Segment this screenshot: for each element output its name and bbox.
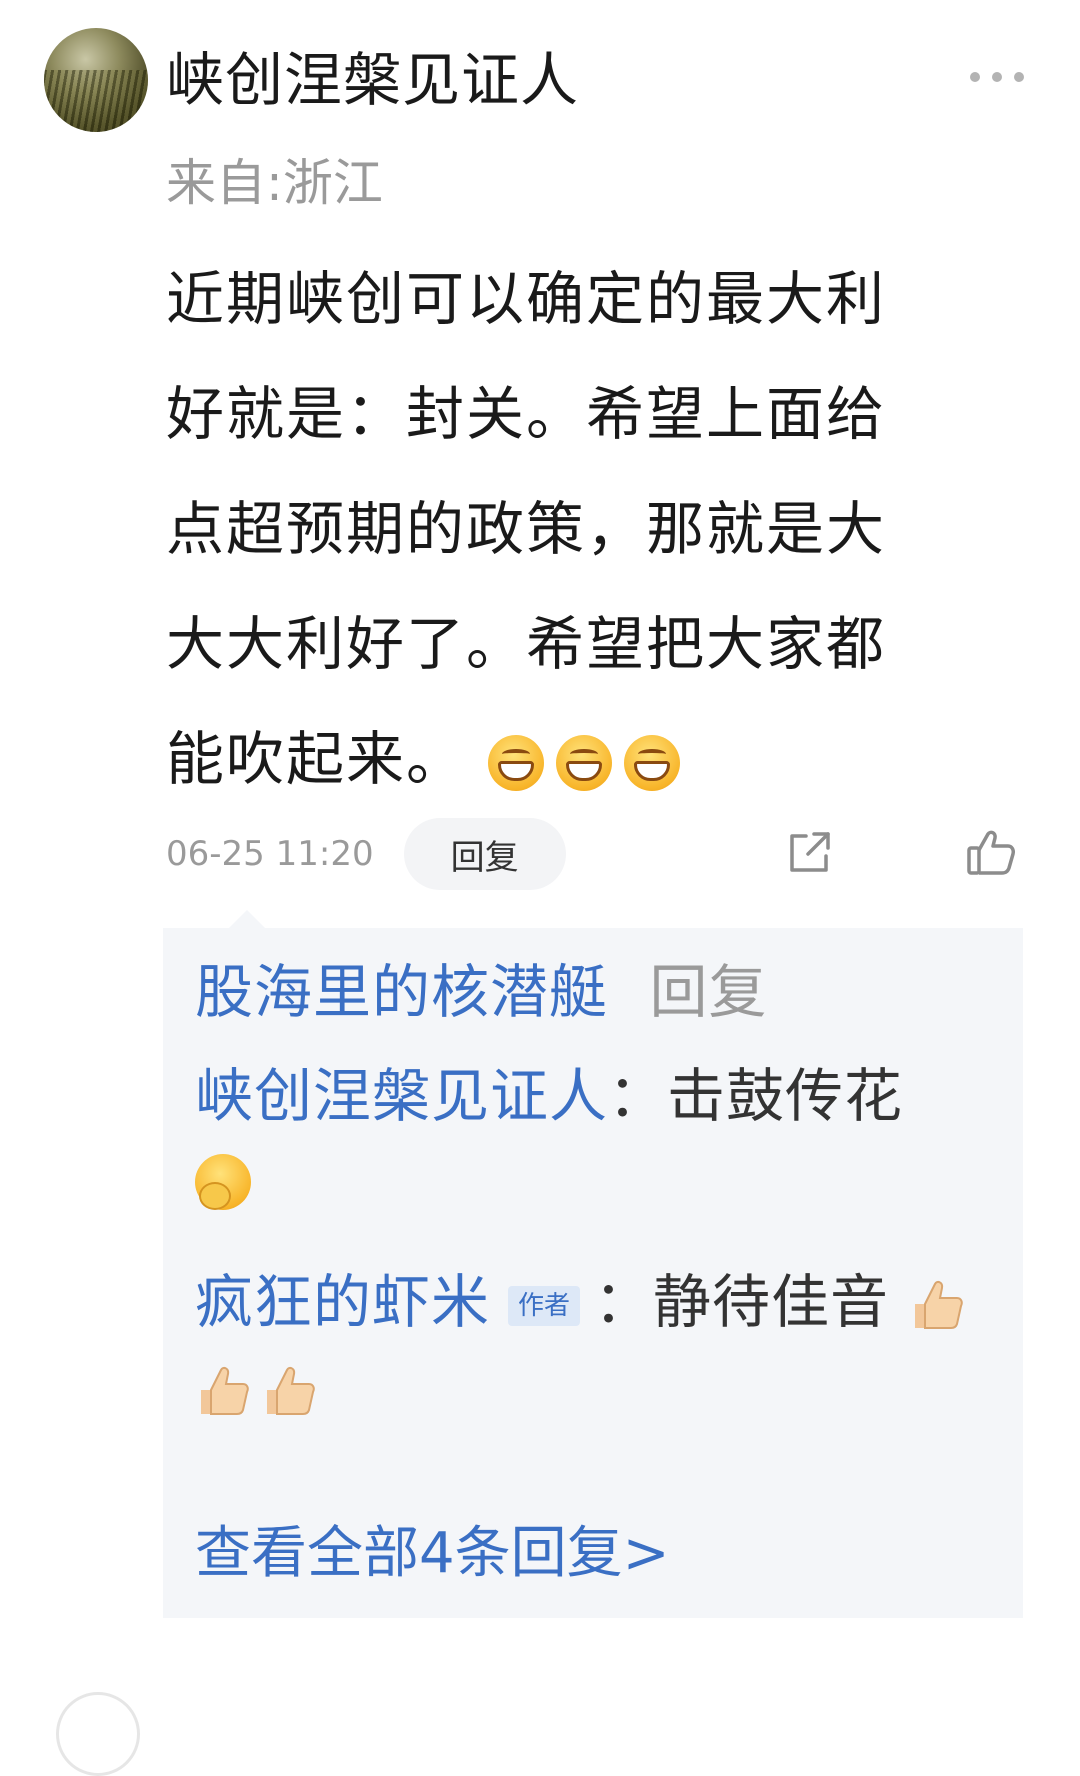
content-line-last: 能吹起来。: [166, 702, 986, 817]
thumbs-up-emoji: [267, 1366, 315, 1415]
reply-button[interactable]: 回复: [403, 818, 566, 890]
reply-text: 静待佳音: [653, 1268, 890, 1336]
more-icon[interactable]: [970, 70, 1024, 84]
content-line: 近期峡创可以确定的最大利: [166, 265, 887, 333]
reply-header-user[interactable]: 股海里的核潜艇: [195, 958, 608, 1026]
like-icon[interactable]: [966, 828, 1016, 876]
replies-panel: 股海里的核潜艇 回复 峡创涅槃见证人：击鼓传花 疯狂的虾米 作者 ：静待佳音 查看全…: [163, 910, 1023, 1618]
view-all-replies-link[interactable]: 查看全部4条回复>: [195, 1518, 670, 1590]
blush-emoji: [195, 1154, 251, 1210]
reply-user[interactable]: 峡创涅槃见证人: [195, 1062, 608, 1130]
thumbs-up-emoji: [914, 1280, 963, 1329]
content-line: 点超预期的政策，那就是大: [166, 495, 887, 563]
content-line: 大大利好了。希望把大家都: [166, 610, 887, 678]
reply-header: 股海里的核潜艇 回复: [195, 956, 767, 1028]
reply-item[interactable]: 峡创涅槃见证人：击鼓传花: [195, 1060, 903, 1132]
reply-text: 击鼓传花: [667, 1062, 904, 1130]
comment-meta: 06-25 11:20 回复: [166, 818, 566, 890]
reply-user[interactable]: 疯狂的虾米: [195, 1268, 490, 1336]
comment-content: 近期峡创可以确定的最大利 好就是：封关。希望上面给 点超预期的政策，那就是大 大…: [166, 242, 986, 817]
reply-item[interactable]: 疯狂的虾米 作者 ：静待佳音: [195, 1266, 965, 1338]
comment-location: 来自:浙江: [166, 154, 383, 212]
grin-emoji: [488, 734, 545, 791]
comment-timestamp: 06-25 11:20: [166, 834, 374, 874]
reply-separator: ：: [594, 1268, 654, 1336]
reply-header-action[interactable]: 回复: [649, 958, 767, 1026]
reply-emoji-line: [195, 1154, 251, 1214]
grin-emoji: [556, 734, 613, 791]
user-avatar[interactable]: [44, 28, 148, 132]
reply-separator: ：: [608, 1062, 668, 1130]
comment-username[interactable]: 峡创涅槃见证人: [166, 44, 579, 116]
reply-emoji-line: [195, 1364, 317, 1420]
thumbs-up-emoji: [201, 1366, 249, 1415]
share-icon[interactable]: [786, 830, 832, 876]
content-line: 好就是：封关。希望上面给: [166, 380, 887, 448]
grin-emoji: [624, 734, 681, 791]
author-badge: 作者: [508, 1285, 581, 1326]
next-comment-avatar[interactable]: [56, 1692, 140, 1776]
content-line: 能吹起来。: [166, 725, 467, 793]
